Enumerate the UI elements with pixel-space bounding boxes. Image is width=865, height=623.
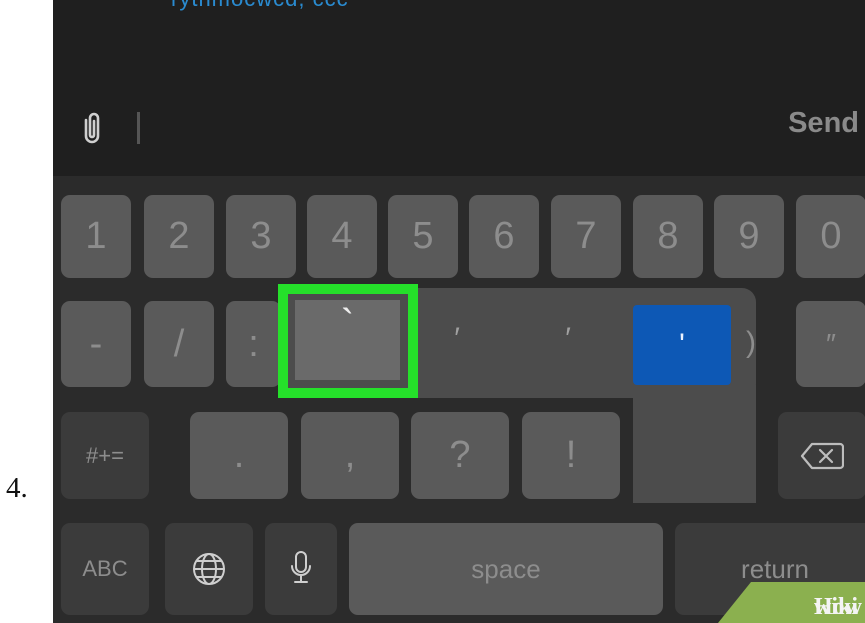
key-colon[interactable]: :: [226, 301, 281, 387]
microphone-key[interactable]: [265, 523, 337, 615]
key-6[interactable]: 6: [469, 195, 539, 278]
globe-icon: [193, 553, 225, 585]
space-key[interactable]: space: [349, 523, 663, 615]
popup-option-prime-2[interactable]: ′: [538, 322, 598, 356]
key-8[interactable]: 8: [633, 195, 703, 278]
key-5[interactable]: 5: [388, 195, 458, 278]
key-comma[interactable]: ,: [301, 412, 399, 499]
popup-option-apostrophe-selected[interactable]: ': [633, 305, 731, 385]
popup-option-prime-1[interactable]: ′: [427, 322, 487, 356]
watermark-how: How: [814, 594, 862, 620]
shift-symbols-key[interactable]: #+=: [61, 412, 149, 499]
microphone-icon: [291, 551, 311, 583]
text-cursor: [137, 112, 140, 144]
key-slash[interactable]: /: [144, 301, 214, 387]
globe-key[interactable]: [165, 523, 253, 615]
key-4[interactable]: 4: [307, 195, 377, 278]
backspace-icon: [800, 442, 844, 469]
key-hyphen[interactable]: -: [61, 301, 131, 387]
popup-stem: [633, 385, 756, 503]
step-number: 4.: [6, 472, 28, 504]
phone-screen: rytnmocwcd, ccc Send 1 2 3 4 5 6 7 8 9 0…: [53, 0, 865, 623]
key-9[interactable]: 9: [714, 195, 784, 278]
key-1[interactable]: 1: [61, 195, 131, 278]
key-0[interactable]: 0: [796, 195, 865, 278]
composer-bar: [53, 84, 865, 176]
highlight-box: [278, 284, 418, 398]
send-button[interactable]: Send: [788, 107, 859, 140]
key-exclamation[interactable]: !: [522, 412, 620, 499]
key-2[interactable]: 2: [144, 195, 214, 278]
key-paren-hidden: ): [746, 326, 756, 359]
key-7[interactable]: 7: [551, 195, 621, 278]
message-area: rytnmocwcd, ccc: [53, 0, 865, 84]
key-3[interactable]: 3: [226, 195, 296, 278]
key-double-prime[interactable]: ″: [796, 301, 865, 387]
paperclip-icon[interactable]: [81, 110, 103, 151]
delete-key[interactable]: [778, 412, 865, 499]
key-question[interactable]: ?: [411, 412, 509, 499]
key-period[interactable]: .: [190, 412, 288, 499]
abc-key[interactable]: ABC: [61, 523, 149, 615]
message-text: rytnmocwcd, ccc: [171, 0, 349, 12]
